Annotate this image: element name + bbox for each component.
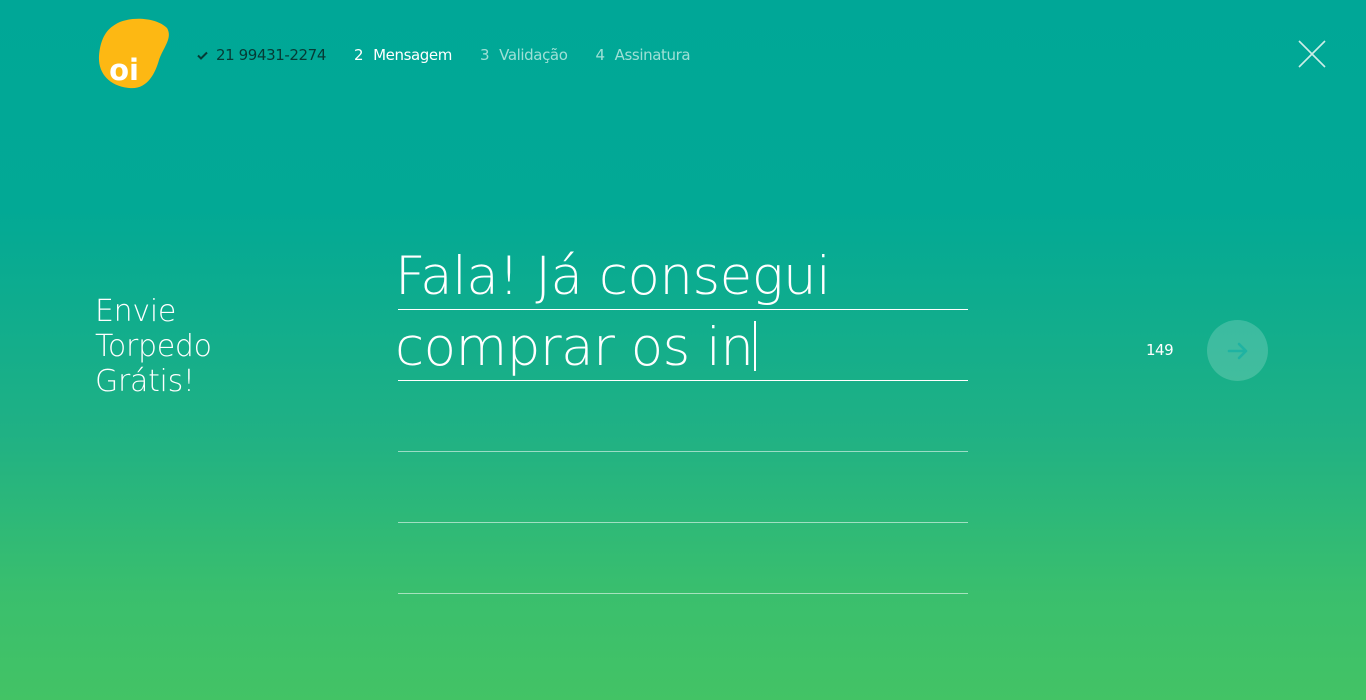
- oi-logo[interactable]: oi: [97, 18, 171, 90]
- text-caret: [754, 321, 756, 371]
- progress-steps: 21 99431-2274 2 Mensagem 3 Validação 4 A…: [197, 46, 718, 64]
- step-phone[interactable]: 21 99431-2274: [197, 46, 326, 64]
- step-signature-number: 4: [595, 46, 606, 64]
- step-signature[interactable]: 4 Assinatura: [596, 46, 691, 64]
- check-icon: [197, 51, 208, 60]
- step-validation-number: 3: [479, 46, 490, 64]
- message-line-4[interactable]: [398, 452, 968, 523]
- logo-text: oi: [109, 53, 139, 87]
- next-button[interactable]: [1207, 320, 1268, 381]
- step-message[interactable]: 2 Mensagem: [354, 46, 452, 64]
- close-icon: [1298, 40, 1326, 68]
- message-line-3[interactable]: [398, 381, 968, 452]
- title-line-2: Torpedo: [95, 329, 212, 364]
- step-signature-label: Assinatura: [614, 46, 691, 64]
- message-line-1-text: Fala! Já consegui: [395, 246, 831, 307]
- step-message-label: Mensagem: [373, 46, 452, 64]
- title-line-1: Envie: [95, 294, 177, 329]
- arrow-right-icon: [1227, 342, 1247, 359]
- step-validation[interactable]: 3 Validação: [480, 46, 568, 64]
- char-counter: 149: [1146, 341, 1174, 359]
- step-phone-label: 21 99431-2274: [216, 46, 326, 64]
- message-line-1[interactable]: Fala! Já consegui: [395, 239, 968, 310]
- oi-logo-mark: oi: [98, 18, 169, 89]
- message-line-2[interactable]: comprar os in: [395, 310, 968, 381]
- message-line-2-text: comprar os in: [395, 317, 754, 378]
- step-validation-label: Validação: [499, 46, 568, 64]
- close-button[interactable]: [1296, 38, 1328, 70]
- page-title: Envie Torpedo Grátis!: [95, 294, 295, 399]
- step-message-number: 2: [353, 46, 364, 64]
- message-textarea[interactable]: Fala! Já consegui comprar os in: [395, 239, 968, 594]
- message-line-5[interactable]: [398, 523, 968, 594]
- message-line-2-wrap: comprar os in: [395, 316, 756, 380]
- title-line-3: Grátis!: [95, 364, 195, 399]
